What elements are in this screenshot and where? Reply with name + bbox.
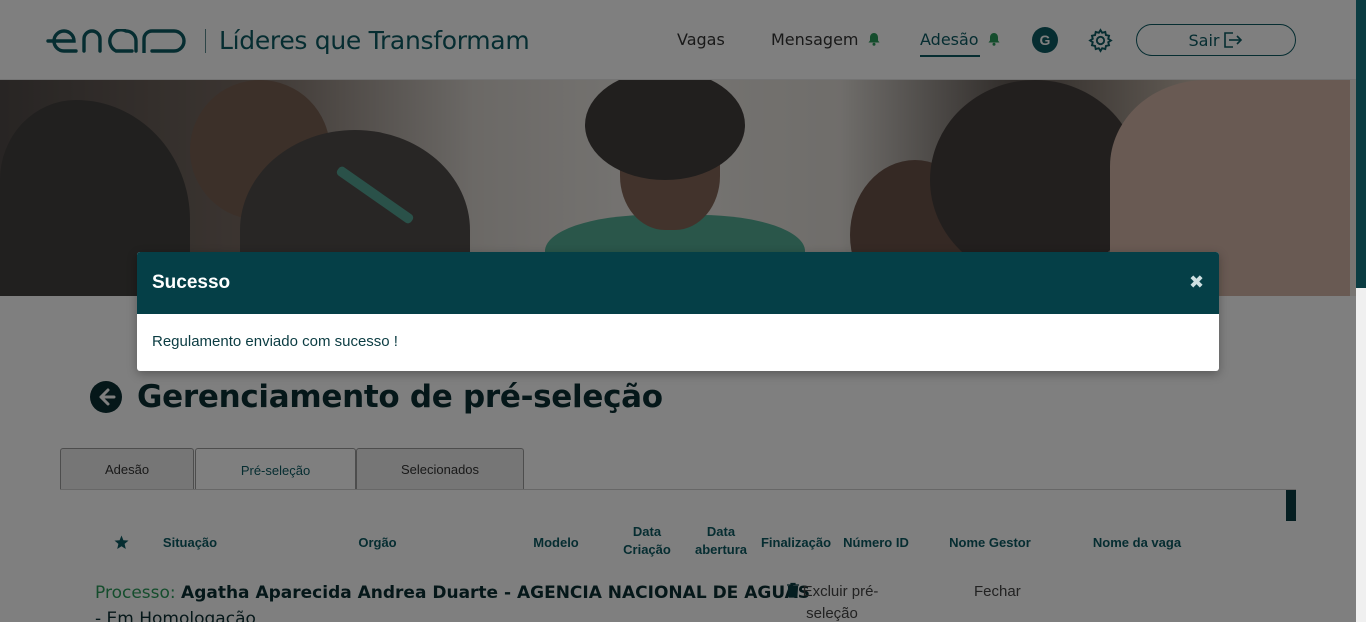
success-modal: Sucesso ✖ Regulamento enviado com sucess… [137, 252, 1219, 371]
modal-header: Sucesso ✖ [137, 252, 1219, 314]
close-icon[interactable]: ✖ [1189, 272, 1204, 293]
modal-title: Sucesso [152, 272, 231, 293]
page-scrollbar-thumb[interactable] [1356, 0, 1366, 288]
modal-message: Regulamento enviado com sucesso ! [152, 333, 398, 350]
